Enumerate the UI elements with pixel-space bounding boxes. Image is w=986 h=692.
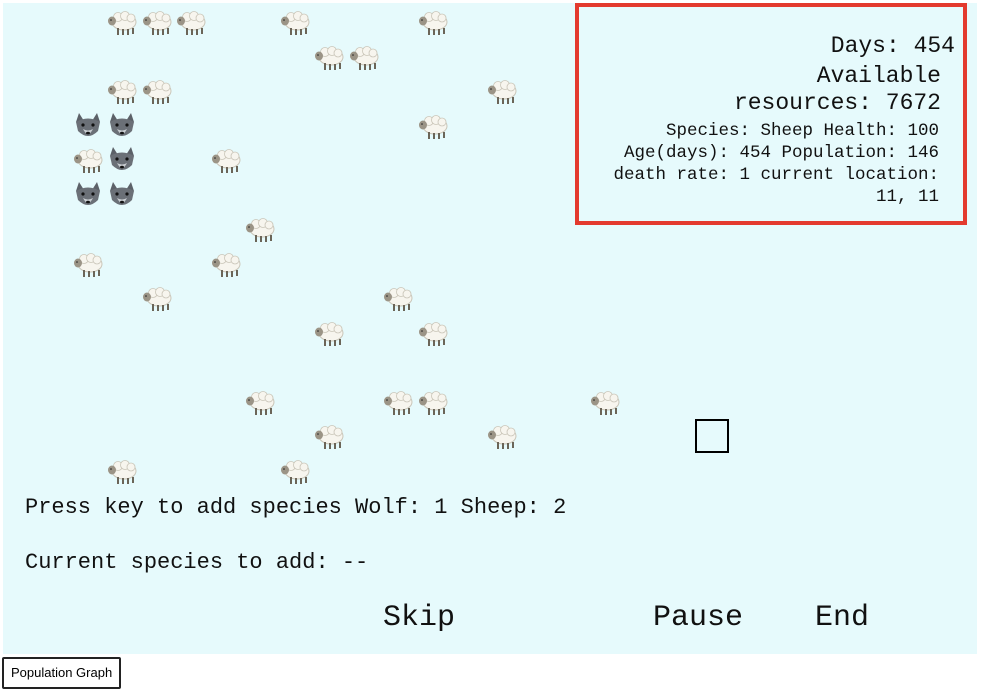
pause-button[interactable]: Pause — [653, 601, 743, 635]
wolf-icon — [105, 178, 139, 212]
sheep-icon — [485, 74, 519, 108]
available-resources: Available resources: 7672 — [733, 63, 941, 116]
sheep-icon — [243, 385, 277, 419]
sheep-icon — [485, 419, 519, 453]
selected-cell-cursor[interactable] — [695, 419, 729, 453]
sheep-icon — [105, 74, 139, 108]
end-button[interactable]: End — [815, 601, 869, 635]
sheep-icon — [71, 247, 105, 281]
skip-button[interactable]: Skip — [383, 601, 455, 635]
sheep-icon — [140, 5, 174, 39]
sheep-icon — [278, 5, 312, 39]
sheep-icon — [278, 454, 312, 488]
sheep-icon — [381, 385, 415, 419]
sheep-icon — [105, 5, 139, 39]
wolf-icon — [105, 109, 139, 143]
sheep-icon — [105, 454, 139, 488]
sheep-icon — [71, 143, 105, 177]
sheep-icon — [416, 385, 450, 419]
sheep-icon — [416, 316, 450, 350]
info-panel: Days: 454 Available resources: 7672 Spec… — [575, 3, 967, 225]
sheep-icon — [312, 316, 346, 350]
sheep-icon — [312, 419, 346, 453]
sheep-icon — [140, 74, 174, 108]
sheep-icon — [588, 385, 622, 419]
population-graph-button[interactable]: Population Graph — [2, 657, 122, 689]
species-details: Species: Sheep Health: 100 Age(days): 45… — [613, 121, 939, 207]
sheep-icon — [174, 5, 208, 39]
sheep-icon — [347, 40, 381, 74]
sheep-icon — [381, 281, 415, 315]
sheep-icon — [209, 143, 243, 177]
add-species-instructions: Press key to add species Wolf: 1 Sheep: … — [25, 495, 567, 520]
wolf-icon — [71, 109, 105, 143]
sheep-icon — [140, 281, 174, 315]
wolf-icon — [71, 178, 105, 212]
simulation-grid[interactable]: Days: 454 Available resources: 7672 Spec… — [3, 3, 977, 654]
wolf-icon — [105, 143, 139, 177]
sheep-icon — [312, 40, 346, 74]
days-counter: Days: 454 — [830, 33, 955, 59]
sheep-icon — [416, 109, 450, 143]
sheep-icon — [416, 5, 450, 39]
sheep-icon — [209, 247, 243, 281]
current-species-label: Current species to add: -- — [25, 550, 369, 575]
sheep-icon — [243, 212, 277, 246]
